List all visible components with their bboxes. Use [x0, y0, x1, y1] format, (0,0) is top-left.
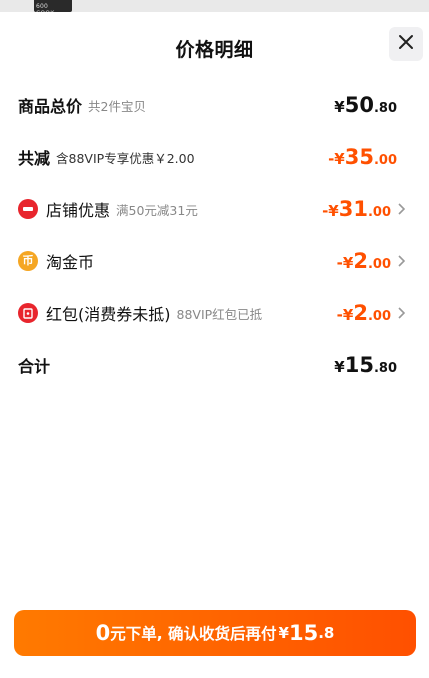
coin-glyph: 币: [22, 254, 34, 267]
item-total-label: 商品总价: [18, 97, 83, 116]
close-icon: [398, 34, 414, 54]
chevron-right-icon: [397, 254, 409, 268]
red-packet-icon: [18, 303, 38, 323]
red-packet-label: 红包(消费券未抵): [46, 305, 171, 324]
currency-symbol: -¥: [328, 150, 345, 168]
place-order-button[interactable]: 0 元下单, 确认收货后再付 ¥ 15 .8: [14, 610, 416, 656]
amount-decimal: .80: [373, 101, 397, 116]
chevron-right-icon: [397, 306, 409, 320]
item-total-amount: ¥ 50 .80: [334, 93, 397, 117]
store-discount-rule: 满50元减31元: [116, 202, 198, 218]
row-item-total: 商品总价 共2件宝贝 ¥ 50 .80: [0, 90, 429, 120]
thumbnail-text: 600 COOK: [36, 3, 54, 12]
vip-discount-note: 含88VIP专享优惠￥2.00: [56, 150, 195, 166]
amount-integer: 50: [344, 93, 374, 117]
red-packet-amount: -¥ 2 .00: [337, 301, 391, 325]
amount-decimal: .00: [367, 205, 391, 220]
row-store-discount[interactable]: 店铺优惠 满50元减31元 -¥ 31 .00: [0, 194, 429, 224]
coin-icon: 币: [18, 251, 38, 271]
amount-decimal: .00: [373, 153, 397, 168]
currency-symbol: ¥: [334, 358, 345, 376]
store-discount-icon: [18, 199, 38, 219]
amount-integer: 2: [353, 249, 368, 273]
chevron-right-icon: [397, 202, 409, 216]
taojinbi-label: 淘金币: [46, 253, 95, 272]
cta-zero: 0: [95, 621, 111, 645]
currency-symbol: -¥: [336, 254, 354, 272]
taojinbi-amount: -¥ 2 .00: [337, 249, 391, 273]
sum-label: 合计: [18, 357, 51, 376]
row-sum: 合计 ¥ 15 .80: [0, 350, 429, 380]
cta-amount-decimal: .8: [318, 624, 335, 642]
cta-currency: ¥: [278, 624, 289, 642]
total-discount-label: 共减: [18, 149, 51, 168]
row-taojinbi[interactable]: 币 淘金币 -¥ 2 .00: [0, 246, 429, 276]
close-button[interactable]: [389, 27, 423, 61]
amount-integer: 2: [353, 301, 368, 325]
store-discount-amount: -¥ 31 .00: [322, 197, 391, 221]
currency-symbol: ¥: [334, 98, 345, 116]
cta-amount-integer: 15: [288, 621, 319, 645]
background-page: 600 COOK: [0, 0, 429, 12]
sheet-title: 价格明细: [175, 39, 254, 61]
page: 600 COOK 价格明细 商品总价 共2件宝贝 ¥ 50 .80: [0, 0, 429, 678]
amount-decimal: .00: [367, 257, 391, 272]
amount-integer: 15: [344, 353, 374, 377]
red-packet-note: 88VIP红包已抵: [176, 306, 263, 322]
cta-text: 元下单, 确认收货后再付: [110, 625, 277, 643]
currency-symbol: -¥: [322, 202, 339, 220]
store-discount-label: 店铺优惠: [46, 201, 111, 220]
currency-symbol: -¥: [336, 306, 354, 324]
amount-decimal: .00: [367, 309, 391, 324]
product-thumbnail: 600 COOK: [34, 0, 72, 12]
item-count-note: 共2件宝贝: [88, 98, 146, 114]
amount-integer: 35: [344, 145, 374, 169]
price-detail-sheet: 价格明细 商品总价 共2件宝贝 ¥ 50 .80 共减 含88VIP专享优惠￥2…: [0, 12, 429, 678]
row-red-packet[interactable]: 红包(消费券未抵) 88VIP红包已抵 -¥ 2 .00: [0, 298, 429, 328]
row-total-discount: 共减 含88VIP专享优惠￥2.00 -¥ 35 .00: [0, 142, 429, 172]
total-discount-amount: -¥ 35 .00: [328, 145, 397, 169]
amount-integer: 31: [338, 197, 368, 221]
sum-amount: ¥ 15 .80: [334, 353, 397, 377]
amount-decimal: .80: [373, 361, 397, 376]
